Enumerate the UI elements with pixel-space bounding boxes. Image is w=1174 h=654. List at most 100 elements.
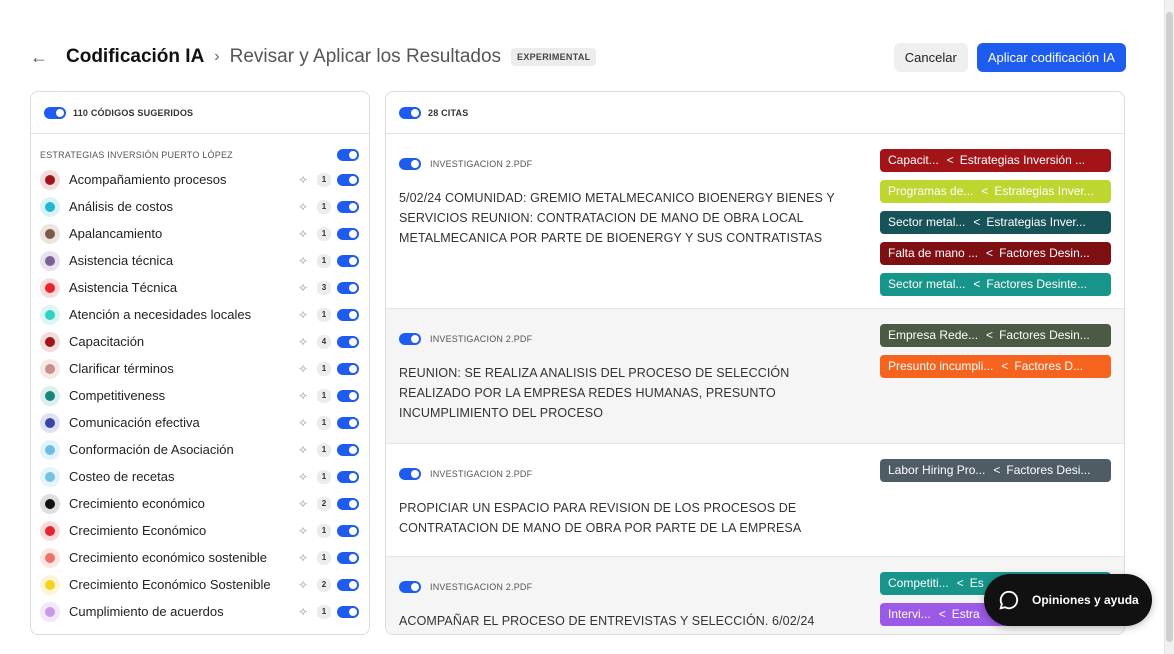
code-row[interactable]: Crecimiento económico ✧ 2 xyxy=(40,490,359,517)
quote-source: INVESTIGACION 2.PDF xyxy=(399,468,866,480)
code-toggle[interactable] xyxy=(337,497,359,510)
code-name: Clarificar términos xyxy=(69,361,174,376)
back-arrow-icon[interactable]: ← xyxy=(30,48,48,66)
toggle-all-quotes[interactable] xyxy=(399,106,421,119)
code-row[interactable]: Cumplimiento de acuerdos ✧ 1 xyxy=(40,598,359,625)
code-name: Acompañamiento procesos xyxy=(69,172,227,187)
code-row[interactable]: Crecimiento económico sostenible ✧ 1 xyxy=(40,544,359,571)
code-row[interactable]: Clarificar términos ✧ 1 xyxy=(40,355,359,382)
page-scrollbar[interactable] xyxy=(1164,0,1174,654)
tag-code-name: Competiti... xyxy=(888,576,949,590)
code-row[interactable]: Asistencia Técnica ✧ 3 xyxy=(40,274,359,301)
code-color-badge xyxy=(40,412,60,433)
quote-toggle[interactable] xyxy=(399,468,421,480)
code-toggle[interactable] xyxy=(337,551,359,564)
quote-toggle[interactable] xyxy=(399,158,421,170)
tag-group-name: Estrategias Inver... xyxy=(986,215,1086,229)
code-quote-count: 3 xyxy=(317,280,331,295)
applied-code-tag[interactable]: Empresa Rede... < Factores Desin... xyxy=(880,324,1111,347)
page-header: ← Codificación IA › Revisar y Aplicar lo… xyxy=(30,40,1126,74)
code-toggle[interactable] xyxy=(337,443,359,456)
chat-bubble-icon xyxy=(999,590,1019,610)
code-toggle[interactable] xyxy=(337,308,359,321)
code-toggle[interactable] xyxy=(337,416,359,429)
code-toggle[interactable] xyxy=(337,281,359,294)
quote-toggle[interactable] xyxy=(399,333,421,345)
code-row[interactable]: Crecimiento Económico ✧ 1 xyxy=(40,517,359,544)
tag-group-name: Factores Desinte... xyxy=(986,277,1088,291)
feedback-help-button[interactable]: Opiniones y ayuda xyxy=(984,574,1152,626)
code-row[interactable]: Asistencia técnica ✧ 1 xyxy=(40,247,359,274)
code-toggle[interactable] xyxy=(337,173,359,186)
code-quote-count: 1 xyxy=(317,253,331,268)
code-color-dot xyxy=(45,255,55,266)
code-color-badge xyxy=(40,304,60,325)
code-toggle[interactable] xyxy=(337,227,359,240)
code-row[interactable]: Análisis de costos ✧ 1 xyxy=(40,193,359,220)
code-row[interactable]: Capacitación ✧ 4 xyxy=(40,328,359,355)
tag-code-name: Labor Hiring Pro... xyxy=(888,463,986,477)
applied-code-tag[interactable]: Programas de... < Estrategias Inver... xyxy=(880,180,1111,203)
applied-code-tag[interactable]: Labor Hiring Pro... < Factores Desi... xyxy=(880,459,1111,482)
code-quote-count: 1 xyxy=(317,199,331,214)
code-toggle[interactable] xyxy=(337,362,359,375)
tag-group-name: Factores Desin... xyxy=(999,328,1090,342)
tag-code-name: Intervi... xyxy=(888,607,931,621)
code-name: Análisis de costos xyxy=(69,199,174,214)
applied-code-tag[interactable] xyxy=(880,634,1111,635)
code-row[interactable]: Comunicación efectiva ✧ 1 xyxy=(40,409,359,436)
applied-code-tag[interactable]: Presunto incumpli... < Factores D... xyxy=(880,355,1111,378)
ai-sparkle-icon: ✧ xyxy=(297,226,309,241)
code-toggle[interactable] xyxy=(337,578,359,591)
quote-source-label: INVESTIGACION 2.PDF xyxy=(430,469,533,479)
code-color-dot xyxy=(45,417,55,428)
code-row[interactable]: Atención a necesidades locales ✧ 1 xyxy=(40,301,359,328)
quote-source: INVESTIGACION 2.PDF xyxy=(399,333,866,345)
code-color-badge xyxy=(40,466,60,487)
code-toggle[interactable] xyxy=(337,389,359,402)
code-quote-count: 1 xyxy=(317,172,331,187)
code-color-badge xyxy=(40,331,60,352)
quote-tags: Labor Hiring Pro... < Factores Desi... xyxy=(880,459,1111,490)
code-row[interactable]: Crecimiento Económico Sostenible ✧ 2 xyxy=(40,571,359,598)
quote-toggle[interactable] xyxy=(399,581,421,593)
ai-sparkle-icon: ✧ xyxy=(297,307,309,322)
tag-group-name: Estrategias Inver... xyxy=(994,184,1094,198)
code-toggle[interactable] xyxy=(337,200,359,213)
applied-code-tag[interactable]: Capacit... < Estrategias Inversión ... xyxy=(880,149,1111,172)
code-quote-count: 1 xyxy=(317,415,331,430)
code-name: Atención a necesidades locales xyxy=(69,307,252,322)
code-quote-count: 2 xyxy=(317,496,331,511)
code-color-dot xyxy=(45,336,55,347)
code-row[interactable]: Competitiveness ✧ 1 xyxy=(40,382,359,409)
quote-source: INVESTIGACION 2.PDF xyxy=(399,158,866,170)
tag-code-name: Falta de mano ... xyxy=(888,246,979,260)
toggle-code-group[interactable] xyxy=(337,149,359,161)
cancel-button[interactable]: Cancelar xyxy=(893,42,968,72)
code-group-header: ESTRATEGIAS INVERSIÓN PUERTO LÓPEZ xyxy=(31,144,369,166)
tag-group-name: Factores D... xyxy=(1014,359,1084,373)
scrollbar-thumb[interactable] xyxy=(1166,12,1173,642)
quotes-header: 28 CITAS xyxy=(386,92,1124,134)
code-row[interactable]: Costeo de recetas ✧ 1 xyxy=(40,463,359,490)
quote-text: ACOMPAÑAR EL PROCESO DE ENTREVISTAS Y SE… xyxy=(399,614,815,628)
applied-code-tag[interactable]: Falta de mano ... < Factores Desin... xyxy=(880,242,1111,265)
code-row[interactable]: Conformación de Asociación ✧ 1 xyxy=(40,436,359,463)
code-row[interactable]: Acompañamiento procesos ✧ 1 xyxy=(40,166,359,193)
code-row[interactable]: Apalancamiento ✧ 1 xyxy=(40,220,359,247)
toggle-all-codes[interactable] xyxy=(44,106,66,119)
applied-code-tag[interactable]: Sector metal... < Factores Desinte... xyxy=(880,273,1111,296)
code-toggle[interactable] xyxy=(337,605,359,618)
code-color-dot xyxy=(45,174,55,185)
applied-code-tag[interactable]: Sector metal... < Estrategias Inver... xyxy=(880,211,1111,234)
code-toggle[interactable] xyxy=(337,254,359,267)
code-toggle[interactable] xyxy=(337,470,359,483)
ai-sparkle-icon: ✧ xyxy=(297,496,309,511)
code-toggle[interactable] xyxy=(337,524,359,537)
code-name: Crecimiento económico sostenible xyxy=(69,550,267,565)
quote-text: 5/02/24 COMUNIDAD: GREMIO METALMECANICO … xyxy=(399,191,835,245)
apply-ai-coding-button[interactable]: Aplicar codificación IA xyxy=(976,42,1126,72)
code-name: Apalancamiento xyxy=(69,226,163,241)
code-toggle[interactable] xyxy=(337,335,359,348)
code-color-badge xyxy=(40,250,60,271)
